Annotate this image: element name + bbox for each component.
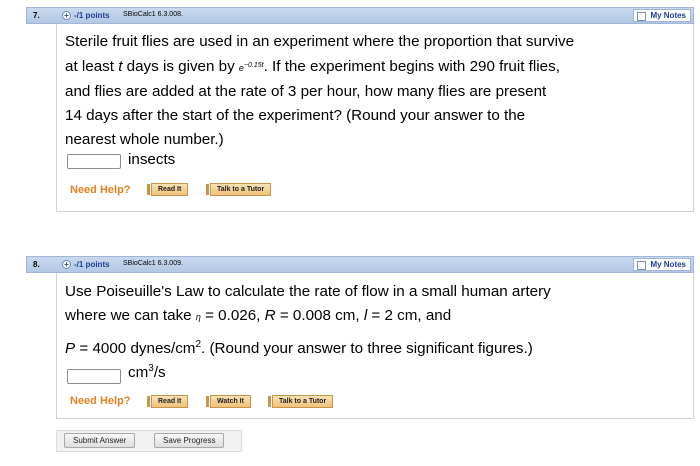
question-8-text: Use Poiseuille's Law to calculate the ra… — [65, 280, 690, 361]
question-number: 7. — [33, 11, 40, 20]
my-notes-label: My Notes — [650, 11, 686, 20]
submit-answer-button[interactable]: Submit Answer — [64, 433, 136, 448]
save-progress-button[interactable]: Save Progress — [154, 433, 225, 448]
my-notes-button[interactable]: My Notes — [633, 258, 691, 271]
question-7-text: Sterile fruit flies are used in an exper… — [65, 30, 690, 152]
points-label: -/1 points — [74, 11, 110, 20]
need-help-label: Need Help? — [70, 395, 131, 407]
read-it-button[interactable]: Read It — [146, 183, 189, 196]
q8-line-3: P = 4000 dynes/cm2. (Round your answer t… — [65, 339, 533, 358]
assignment-id: SBioCalc1 6.3.008. — [123, 11, 183, 18]
need-help-label: Need Help? — [70, 184, 131, 196]
answer-input-q8[interactable] — [67, 369, 121, 384]
watch-it-button[interactable]: Watch It — [206, 395, 251, 408]
q8-line-1: Use Poiseuille's Law to calculate the ra… — [65, 283, 551, 300]
q7-line-4: 14 days after the start of the experimen… — [65, 107, 526, 124]
q7-line-1: Sterile fruit flies are used in an exper… — [65, 33, 575, 50]
my-notes-label: My Notes — [650, 260, 686, 269]
unit-label: insects — [128, 151, 176, 168]
q8-line-2: where we can take η = 0.026, R = 0.008 c… — [65, 307, 452, 324]
q7-line-5: nearest whole number.) — [65, 131, 224, 148]
expand-icon[interactable]: + — [62, 11, 71, 20]
notes-checkbox-icon — [637, 261, 647, 270]
answer-input-q7[interactable] — [67, 154, 121, 169]
assignment-id: SBioCalc1 6.3.009. — [123, 260, 183, 267]
q7-line-2: at least t days is given by e−0.15t. If … — [65, 58, 560, 75]
read-it-button[interactable]: Read It — [146, 395, 189, 408]
q7-line-3: and flies are added at the rate of 3 per… — [65, 83, 547, 100]
talk-to-tutor-button[interactable]: Talk to a Tutor — [205, 183, 272, 196]
my-notes-button[interactable]: My Notes — [633, 9, 691, 22]
question-8-header: 8. + -/1 points SBioCalc1 6.3.009. My No… — [26, 256, 694, 273]
question-7-header: 7. + -/1 points SBioCalc1 6.3.008. My No… — [26, 7, 694, 24]
talk-to-tutor-button[interactable]: Talk to a Tutor — [267, 395, 334, 408]
expand-icon[interactable]: + — [62, 260, 71, 269]
unit-label: cm3/s — [128, 363, 166, 382]
notes-checkbox-icon — [637, 12, 647, 21]
points-label: -/1 points — [74, 260, 110, 269]
question-number: 8. — [33, 260, 40, 269]
